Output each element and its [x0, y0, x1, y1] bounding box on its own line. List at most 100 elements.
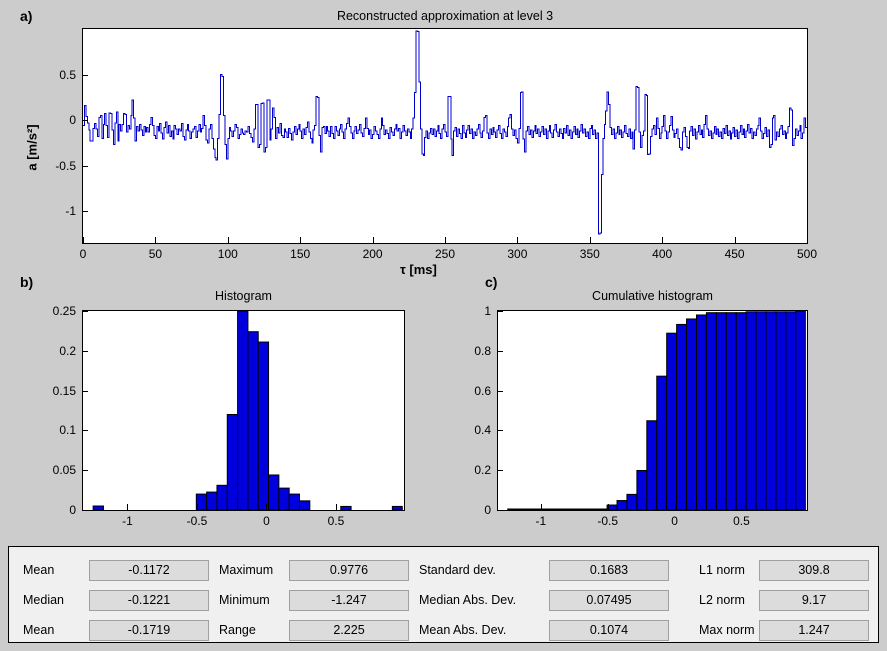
histogram-ytick-mark [82, 510, 88, 511]
histogram-ytick-label: 0.05 [52, 463, 76, 478]
stat-label-mean: Mean [23, 563, 55, 577]
cumulative-histogram-xtick-mark [607, 504, 609, 510]
matlab-figure-window: a) Reconstructed approximation at level … [0, 0, 887, 651]
panel-a-ytick-label: 0.5 [59, 67, 76, 82]
panel-a-xtick-mark [662, 237, 664, 243]
histogram-xtick-label: 0 [263, 514, 270, 528]
panel-a-xtick-label: 400 [652, 247, 673, 261]
histogram-ytick-label: 0.15 [52, 383, 76, 398]
histogram-ytick-mark [82, 311, 88, 312]
panel-a-xtick-mark [155, 237, 157, 243]
cumulative-histogram-xtick-label: -0.5 [597, 514, 619, 528]
panel-a-xtick-mark [83, 237, 84, 243]
stat-label-range: Range [219, 623, 256, 637]
panel-a-xtick-mark [372, 237, 374, 243]
panel-a-ytick-mark [82, 74, 88, 76]
histogram-xtick-label: -0.5 [186, 514, 208, 528]
panel-label-b: b) [20, 274, 34, 290]
histogram-ytick-mark [82, 390, 88, 392]
histogram-xtick-mark [266, 504, 268, 510]
signal-waveform [83, 30, 807, 235]
stat-label-max-norm: Max norm [699, 623, 755, 637]
histogram-ytick-label: 0.25 [52, 304, 76, 318]
stat-label-minimum: Minimum [219, 593, 270, 607]
stat-value-l1-norm[interactable]: 309.8 [759, 560, 869, 581]
stat-value-minimum[interactable]: -1.247 [289, 590, 409, 611]
panel-a-plot-area [82, 28, 808, 244]
panel-a-ytick-label: 0 [69, 113, 76, 128]
panel-a-xtick-label: 100 [217, 247, 238, 261]
histogram-xtick-mark [127, 504, 129, 510]
stat-label-mean-abs-dev: Mean Abs. Dev. [419, 623, 507, 637]
panel-a-xtick-mark [445, 237, 446, 243]
stat-value-l2-norm[interactable]: 9.17 [759, 590, 869, 611]
panel-a-xtick-label: 150 [290, 247, 311, 261]
cumulative-histogram-ytick-label: 0 [484, 503, 491, 517]
histogram-ytick-label: 0.1 [59, 423, 76, 438]
panel-a-title: Reconstructed approximation at level 3 [336, 9, 554, 23]
cumulative-histogram-ytick-mark [497, 311, 503, 312]
panel-a-ytick-mark [82, 211, 88, 213]
panel-c-plot-area [497, 310, 808, 511]
cumulative-histogram-xtick-label: -1 [535, 514, 547, 528]
histogram-xtick-label: 0.5 [327, 514, 345, 528]
stat-value-max-norm[interactable]: 1.247 [759, 620, 869, 641]
cumulative-histogram-xtick-label: 0.5 [733, 514, 750, 528]
panel-b-title: Histogram [215, 289, 272, 303]
panel-label-c: c) [485, 274, 498, 290]
cumulative-histogram-ytick-mark [497, 390, 503, 392]
stat-label-l1-norm: L1 norm [699, 563, 745, 577]
cumulative-histogram-ytick-mark [497, 350, 503, 352]
panel-a-ytick-mark [82, 120, 88, 122]
stat-value-standard-dev[interactable]: 0.1683 [549, 560, 669, 581]
panel-a-xtick-label: 200 [362, 247, 383, 261]
panel-a-ytick-mark [82, 165, 88, 167]
panel-c-title: Cumulative histogram [592, 289, 713, 303]
histogram-ytick-mark [82, 470, 88, 472]
panel-a-xtick-mark [734, 237, 736, 243]
cumulative-histogram-xtick-mark [540, 504, 542, 510]
histogram-ytick-mark [82, 350, 88, 352]
histogram-ytick-mark [82, 430, 88, 432]
panel-a-xtick-label: 50 [148, 247, 163, 261]
stat-value-mean[interactable]: -0.1719 [89, 620, 209, 641]
histogram-xtick-mark [335, 504, 337, 510]
stat-value-median-abs-dev[interactable]: 0.07495 [549, 590, 669, 611]
stat-value-mean-abs-dev[interactable]: 0.1074 [549, 620, 669, 641]
panel-a-xlabel: τ [ms] [400, 262, 437, 277]
panel-a-xtick-label: 350 [579, 247, 600, 261]
cumulative-histogram-ytick-label: 0.8 [474, 343, 491, 358]
histogram-ytick-label: 0.2 [59, 343, 76, 358]
stat-label-standard-dev: Standard dev. [419, 563, 496, 577]
panel-a-xtick-label: 500 [796, 247, 818, 261]
panel-a-xtick-mark [300, 237, 302, 243]
cumulative-histogram-ytick-mark [497, 470, 503, 472]
panel-a-ytick-label: -0.5 [55, 158, 76, 173]
cumulative-histogram-xtick-label: 0 [671, 514, 678, 528]
panel-a-xtick-label: 300 [507, 247, 528, 261]
statistics-panel: Mean -0.1172 Maximum 0.9776 Standard dev. 0.1… [8, 546, 879, 643]
cumulative-histogram-xtick-mark [741, 504, 743, 510]
cumulative-histogram-ytick-label: 0.6 [474, 383, 491, 398]
cumulative-histogram-ytick-label: 1 [484, 304, 491, 318]
stat-label-median-abs-dev: Median Abs. Dev. [419, 593, 517, 607]
stat-value-maximum[interactable]: 0.9776 [289, 560, 409, 581]
stat-value-range[interactable]: 2.225 [289, 620, 409, 641]
stat-value-mean[interactable]: -0.1172 [89, 560, 209, 581]
cumulative-histogram-xtick-mark [674, 504, 676, 510]
panel-a-xtick-mark [589, 237, 591, 243]
cumulative-histogram-bars [507, 311, 806, 510]
stat-label-median: Median [23, 593, 64, 607]
cumulative-histogram-ytick-label: 0.2 [474, 463, 491, 478]
panel-a-xtick-mark [227, 237, 229, 243]
panel-a-xtick-mark [517, 237, 519, 243]
histogram-xtick-mark [196, 504, 198, 510]
stat-label-l2-norm: L2 norm [699, 593, 745, 607]
cumulative-histogram-ytick-mark [497, 430, 503, 432]
stat-value-median[interactable]: -0.1221 [89, 590, 209, 611]
histogram-ytick-label: 0 [69, 503, 76, 517]
panel-a-xtick-label: 450 [724, 247, 745, 261]
panel-b-plot-area [82, 310, 405, 511]
panel-a-xtick-label: 0 [79, 247, 87, 261]
panel-a-xtick-label: 250 [434, 247, 456, 261]
